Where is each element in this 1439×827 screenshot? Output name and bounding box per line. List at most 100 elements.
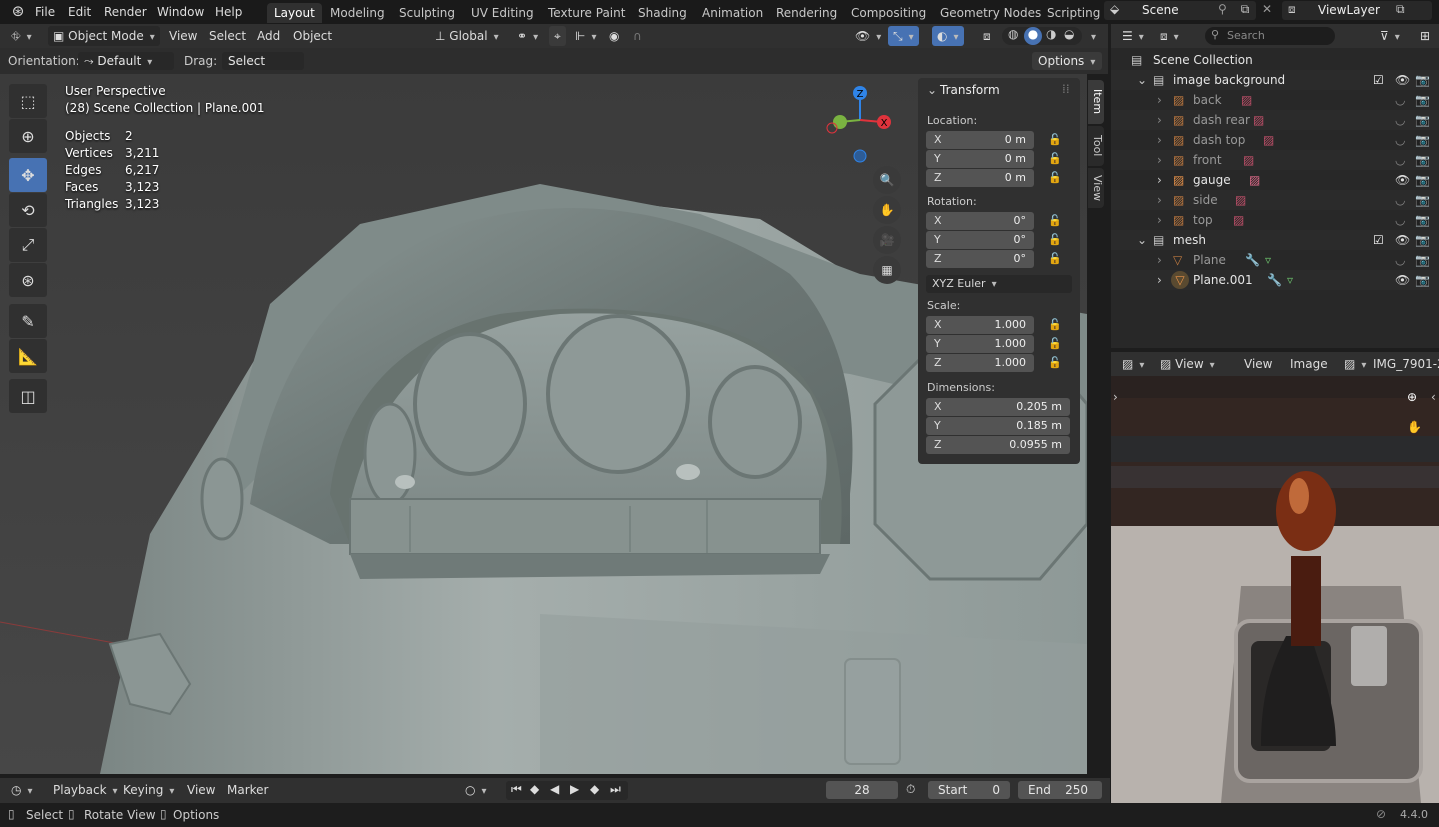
rotation-y-field[interactable]: Y 0° — [926, 231, 1034, 249]
scene-selector[interactable]: ⬙ Scene ⚲ — [1104, 1, 1256, 20]
toolbar-expand-icon[interactable]: › — [1113, 390, 1118, 404]
jump-end-icon[interactable]: ⏭ — [610, 782, 621, 797]
xray-icon[interactable]: ⧈ — [978, 26, 996, 46]
pan-hand-icon[interactable]: ✋ — [873, 196, 901, 224]
pan-hand-icon[interactable]: ✋ — [1407, 420, 1422, 434]
menu-window[interactable]: Window — [152, 3, 209, 21]
render-camera-icon[interactable]: 📷 — [1415, 130, 1430, 150]
eye-closed-icon[interactable]: ◡ — [1395, 130, 1405, 150]
start-frame-field[interactable]: Start 0 — [928, 781, 1010, 799]
dimensions-y-field[interactable]: Y 0.185 m — [926, 417, 1070, 435]
image-name-field[interactable]: IMG_7901-2 — [1373, 357, 1439, 371]
pivot-point-icon[interactable]: ⚭ — [512, 26, 543, 46]
lock-icon[interactable]: 🔓 — [1048, 133, 1062, 146]
scale-x-field[interactable]: X 1.000 — [926, 316, 1034, 334]
lock-icon[interactable]: 🔓 — [1048, 252, 1062, 265]
outliner-search-input[interactable]: ⚲ Search — [1205, 27, 1335, 45]
render-camera-icon[interactable]: 📷 — [1415, 90, 1430, 110]
prev-keyframe-icon[interactable]: ◆ — [530, 782, 539, 796]
transform-orientation-selector[interactable]: ⊥ Global — [430, 26, 504, 46]
annotate-tool[interactable]: ✎ — [9, 304, 47, 338]
scale-tool[interactable]: ⤢ — [9, 228, 47, 262]
blender-logo-icon[interactable]: ⊛ — [8, 2, 28, 22]
outliner-editor-type-icon[interactable]: ☰ — [1117, 26, 1149, 46]
tab-sculpting[interactable]: Sculpting — [392, 3, 462, 23]
outliner-row-image[interactable]: › ▨ dash rear ▨ ◡ 📷 — [1111, 110, 1439, 130]
play-reverse-icon[interactable]: ◀ — [550, 782, 559, 796]
menu-timeline-view[interactable]: View — [182, 780, 220, 800]
visibility-icon[interactable]: 👁 — [850, 26, 886, 46]
lock-icon[interactable]: 🔓 — [1048, 356, 1062, 369]
outliner-row-image[interactable]: › ▨ top ▨ ◡ 📷 — [1111, 210, 1439, 230]
render-camera-icon[interactable]: 📷 — [1415, 150, 1430, 170]
menu-image[interactable]: Image — [1285, 354, 1333, 374]
snap-icon[interactable]: ⌖ — [549, 26, 566, 46]
render-camera-icon[interactable]: 📷 — [1415, 70, 1430, 90]
tab-tool[interactable]: Tool — [1088, 126, 1104, 166]
menu-edit[interactable]: Edit — [63, 3, 96, 21]
rotation-x-field[interactable]: X 0° — [926, 212, 1034, 230]
lock-icon[interactable]: 🔓 — [1048, 318, 1062, 331]
tab-shading[interactable]: Shading — [631, 3, 694, 23]
zoom-icon[interactable]: ⊕ — [1407, 390, 1417, 404]
chevron-down-icon[interactable]: ⌄ — [1137, 70, 1147, 90]
solid-shading-icon[interactable]: ● — [1024, 27, 1042, 45]
rotation-z-field[interactable]: Z 0° — [926, 250, 1034, 268]
menu-object[interactable]: Object — [288, 26, 337, 46]
stopwatch-icon[interactable]: ⏱ — [906, 782, 915, 797]
end-frame-field[interactable]: End 250 — [1018, 781, 1102, 799]
select-box-tool[interactable]: ⬚ — [9, 84, 47, 118]
menu-image-view[interactable]: View — [1239, 354, 1277, 374]
cursor-tool[interactable]: ⊕ — [9, 119, 47, 153]
proportional-edit-icon[interactable]: ◉ — [604, 26, 624, 46]
move-tool[interactable]: ✥ — [9, 158, 47, 192]
measure-tool[interactable]: 📐 — [9, 339, 47, 373]
editor-type-icon[interactable]: ⛗ — [6, 26, 37, 46]
zoom-icon[interactable]: 🔍 — [873, 166, 901, 194]
tab-animation[interactable]: Animation — [695, 3, 770, 23]
eye-icon[interactable]: 👁 — [1395, 70, 1410, 90]
chevron-right-icon[interactable]: › — [1157, 150, 1162, 170]
options-dropdown[interactable]: Options — [1032, 52, 1102, 70]
mode-selector[interactable]: ▣ Object Mode — [48, 26, 160, 46]
eye-closed-icon[interactable]: ◡ — [1395, 190, 1405, 210]
jump-start-icon[interactable]: ⏮ — [511, 782, 522, 797]
outliner-row-scene-collection[interactable]: ▤ Scene Collection — [1111, 50, 1439, 70]
tab-rendering[interactable]: Rendering — [769, 3, 844, 23]
wireframe-shading-icon[interactable]: ◍ — [1008, 27, 1018, 41]
overlay-toggle-icon[interactable]: ◐ — [932, 26, 964, 46]
transform-tool[interactable]: ⊛ — [9, 263, 47, 297]
new-view-layer-icon[interactable]: ⧉ — [1396, 2, 1405, 17]
render-camera-icon[interactable]: 📷 — [1415, 210, 1430, 230]
render-camera-icon[interactable]: 📷 — [1415, 170, 1430, 190]
dimensions-z-field[interactable]: Z 0.0955 m — [926, 436, 1070, 454]
menu-marker[interactable]: Marker — [222, 780, 273, 800]
rotation-mode-dropdown[interactable]: XYZ Euler — [926, 275, 1072, 293]
menu-file[interactable]: File — [30, 3, 60, 21]
tab-scripting[interactable]: Scripting — [1040, 3, 1107, 23]
image-view-mode-dropdown[interactable]: ▨ View — [1155, 354, 1220, 374]
eye-icon[interactable]: 👁 — [1395, 230, 1410, 250]
tab-view[interactable]: View — [1088, 168, 1104, 208]
eye-closed-icon[interactable]: ◡ — [1395, 90, 1405, 110]
scale-y-field[interactable]: Y 1.000 — [926, 335, 1034, 353]
add-cube-tool[interactable]: ◫ — [9, 379, 47, 413]
keying-dropdown[interactable]: Keying — [118, 780, 179, 800]
gizmo-toggle-icon[interactable]: ⤡ — [888, 26, 919, 46]
tab-compositing[interactable]: Compositing — [844, 3, 933, 23]
display-mode-icon[interactable]: ⧈ — [1155, 26, 1184, 46]
menu-help[interactable]: Help — [210, 3, 247, 21]
chevron-down-icon[interactable]: ⌄ — [1137, 230, 1147, 250]
new-collection-icon[interactable]: ⊞ — [1415, 26, 1435, 46]
shading-options-icon[interactable] — [1080, 26, 1101, 46]
eye-closed-icon[interactable]: ◡ — [1395, 250, 1405, 270]
eye-closed-icon[interactable]: ◡ — [1395, 110, 1405, 130]
location-x-field[interactable]: X 0 m — [926, 131, 1034, 149]
camera-icon[interactable]: 🎥 — [873, 226, 901, 254]
tab-modeling[interactable]: Modeling — [323, 3, 392, 23]
eye-icon[interactable]: 👁 — [1395, 270, 1410, 290]
orientation-dropdown[interactable]: ⤳ Default — [78, 52, 174, 70]
delete-scene-icon[interactable]: ✕ — [1258, 2, 1276, 20]
auto-keying-icon[interactable]: ○ — [460, 780, 492, 800]
render-camera-icon[interactable]: 📷 — [1415, 270, 1430, 290]
